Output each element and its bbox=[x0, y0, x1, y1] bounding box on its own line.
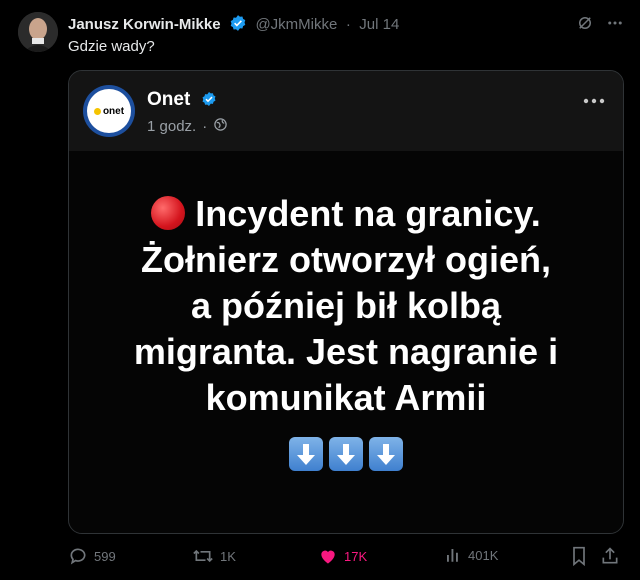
headline-line: Incydent na granicy. bbox=[69, 191, 623, 237]
headline-line: Żołnierz otworzył ogień, bbox=[140, 239, 551, 280]
retweet-count: 1K bbox=[220, 548, 236, 564]
logo-text: onet bbox=[102, 105, 125, 117]
author-handle[interactable]: @JkmMikke bbox=[255, 16, 337, 33]
retweet-icon bbox=[193, 549, 213, 563]
source-name-row: Onet bbox=[147, 89, 217, 113]
down-arrow-icon bbox=[329, 437, 363, 471]
logo-dot-icon bbox=[93, 107, 101, 115]
more-options-icon[interactable] bbox=[606, 14, 624, 37]
post-time: 1 godz. bbox=[147, 118, 197, 135]
red-circle-icon bbox=[151, 196, 186, 230]
globe-icon bbox=[213, 117, 228, 136]
reply-count: 599 bbox=[94, 548, 116, 564]
author-avatar[interactable] bbox=[18, 12, 58, 52]
embedded-post-image[interactable]: Incydent na granicy. Żołnierz otworzył o… bbox=[69, 151, 623, 533]
verified-badge-icon bbox=[229, 14, 247, 37]
headline-line: komunikat Armii bbox=[205, 377, 487, 418]
views-button[interactable]: 401K bbox=[444, 546, 498, 564]
bookmark-button[interactable] bbox=[570, 546, 588, 566]
headline: Incydent na granicy. Żołnierz otworzył o… bbox=[69, 191, 623, 421]
reply-icon bbox=[70, 548, 86, 565]
author-name[interactable]: Janusz Korwin-Mikke bbox=[68, 16, 221, 33]
source-verified-icon bbox=[201, 91, 217, 113]
arrow-row bbox=[69, 437, 623, 471]
views-icon bbox=[447, 549, 458, 562]
down-arrow-icon bbox=[369, 437, 403, 471]
embedded-post-card[interactable]: onet Onet 1 godz. · Incydent na granicy.… bbox=[68, 70, 624, 534]
bookmark-icon bbox=[573, 546, 585, 566]
reply-button[interactable]: 599 bbox=[68, 546, 116, 566]
down-arrow-icon bbox=[289, 437, 323, 471]
share-icon bbox=[602, 547, 618, 564]
meta-separator: · bbox=[202, 118, 208, 135]
like-button[interactable]: 17K bbox=[318, 546, 367, 566]
share-button[interactable] bbox=[600, 546, 620, 566]
headline-line: a później bił kolbą bbox=[190, 285, 502, 326]
tweet-text: Gdzie wady? bbox=[68, 38, 155, 55]
action-bar: 599 1K 17K 401K bbox=[68, 546, 624, 570]
source-meta: 1 godz. · bbox=[147, 117, 228, 136]
tweet-header: Janusz Korwin-Mikke @JkmMikke · Jul 14 bbox=[68, 14, 630, 36]
avatar-image bbox=[18, 12, 58, 52]
separator-dot: · bbox=[345, 16, 351, 33]
source-name[interactable]: Onet bbox=[147, 89, 190, 110]
heart-icon bbox=[321, 550, 335, 564]
retweet-button[interactable]: 1K bbox=[192, 546, 236, 566]
view-count: 401K bbox=[468, 547, 499, 563]
like-count: 17K bbox=[344, 548, 368, 564]
headline-line: migranta. Jest nagranie i bbox=[133, 331, 559, 372]
grok-icon[interactable] bbox=[576, 14, 594, 37]
card-more-options-icon[interactable] bbox=[583, 93, 605, 111]
onet-logo-inner: onet bbox=[87, 89, 131, 133]
header-actions bbox=[576, 14, 624, 37]
tweet-date[interactable]: Jul 14 bbox=[359, 16, 399, 33]
onet-logo[interactable]: onet bbox=[83, 85, 135, 137]
embedded-post-header: onet Onet 1 godz. · bbox=[69, 71, 623, 151]
